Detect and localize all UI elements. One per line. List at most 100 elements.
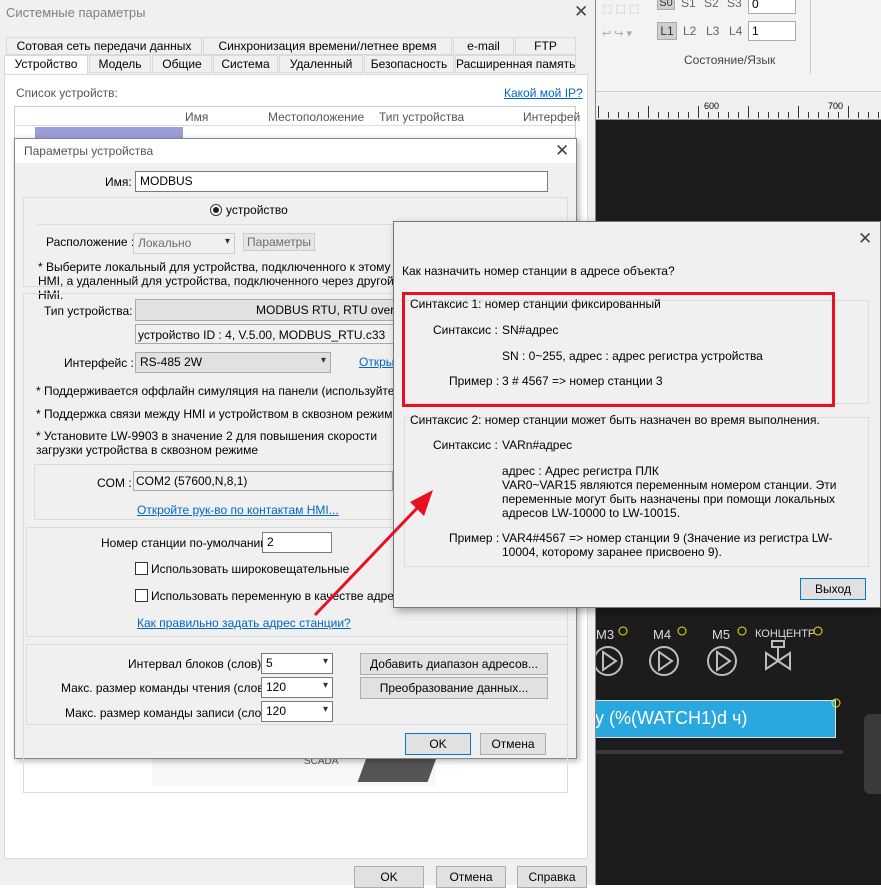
- example2-label: Пример :: [449, 531, 500, 545]
- ribbon-l1[interactable]: L1: [657, 22, 677, 40]
- ribbon-spin-2[interactable]: 1: [748, 21, 796, 41]
- syntax2-desc1: адрес : Адрес регистра ПЛК: [502, 464, 659, 478]
- broadcast-label: Использовать широковещательные: [151, 562, 350, 576]
- convert-button[interactable]: Преобразование данных...: [360, 677, 548, 699]
- col-name[interactable]: Имя: [185, 110, 208, 124]
- ruler-tick: [638, 112, 639, 118]
- tab-email[interactable]: e-mail: [453, 37, 514, 55]
- ruler-tick: [698, 106, 699, 118]
- name-input[interactable]: MODBUS: [135, 171, 548, 192]
- how-link[interactable]: Как правильно задать адрес станции?: [137, 616, 351, 630]
- watch-text: у (%(WATCH1)d ч): [595, 708, 748, 728]
- note-lw: * Установите LW-9903 в значение 2 для по…: [36, 429, 378, 457]
- note-passthrough: * Поддержка связи между HMI и устройство…: [36, 407, 400, 421]
- help-question: Как назначить номер станции в адресе объ…: [402, 264, 675, 278]
- tab-cellular[interactable]: Сотовая сеть передачи данных: [6, 37, 202, 55]
- cancel-button[interactable]: Отмена: [480, 733, 546, 755]
- ribbon-s3[interactable]: S3: [727, 0, 742, 10]
- watch-bar[interactable]: у (%(WATCH1)d ч): [594, 700, 836, 738]
- block-select[interactable]: 5 ▾: [261, 653, 333, 674]
- tab-remote[interactable]: Удаленный: [279, 55, 363, 73]
- ruler-tick: [718, 112, 719, 118]
- ribbon-icons: ⬚ ⬚ ⬚ ↩ ↪ ▾: [602, 3, 640, 40]
- ruler-700: 700: [828, 101, 844, 111]
- ruler-tick: [868, 112, 869, 118]
- tab-extended-memory[interactable]: Расширенная память: [455, 55, 576, 73]
- radio-label: устройство: [226, 203, 288, 217]
- ribbon-spin-1[interactable]: 0: [748, 0, 796, 14]
- red-highlight-box: [402, 292, 835, 407]
- ruler-600: 600: [704, 101, 720, 111]
- device-list-label: Список устройств:: [16, 86, 118, 100]
- ruler-tick: [708, 112, 709, 118]
- ribbon-s1[interactable]: S1: [681, 0, 696, 10]
- ruler-tick: [598, 106, 599, 118]
- interface-select[interactable]: RS-485 2W ▾: [135, 352, 331, 373]
- ribbon-l2[interactable]: L2: [683, 24, 696, 38]
- station-help-popup: ✕ Как назначить номер станции в адресе о…: [393, 221, 881, 608]
- ribbon-s0[interactable]: S0: [657, 0, 675, 10]
- ruler-tick: [748, 106, 749, 118]
- write-select[interactable]: 120 ▾: [261, 701, 333, 722]
- station-label: Номер станции по-умолчанию:: [101, 536, 273, 550]
- close-icon[interactable]: ✕: [858, 230, 872, 247]
- com-label: COM :: [97, 476, 132, 490]
- ruler-tick: [648, 106, 649, 118]
- exit-button[interactable]: Выход: [800, 578, 866, 600]
- ok-button[interactable]: OK: [405, 733, 471, 755]
- device-radio[interactable]: [210, 204, 222, 216]
- ruler-tick: [668, 112, 669, 118]
- ruler-tick: [808, 112, 809, 118]
- write-label: Макс. размер команды записи (слов):: [65, 706, 275, 720]
- ribbon-l4[interactable]: L4: [729, 24, 742, 38]
- ribbon: S0 S1 S2 S3 0 L1 L2 L3 L4 1 Состояние/Яз…: [596, 0, 881, 92]
- read-label: Макс. размер команды чтения (слов):: [61, 681, 272, 695]
- open-link[interactable]: Откры: [359, 355, 394, 369]
- tab-model[interactable]: Модель: [89, 55, 151, 73]
- add-range-button[interactable]: Добавить диапазон адресов...: [360, 653, 548, 675]
- tab-security[interactable]: Безопасность: [364, 55, 454, 73]
- note-sim: * Поддерживается оффлайн симуляция на па…: [36, 384, 430, 398]
- close-icon[interactable]: ✕: [574, 3, 588, 20]
- dialog-title: Параметры устройства: [24, 144, 154, 158]
- ribbon-s2[interactable]: S2: [704, 0, 719, 10]
- ruler-tick: [768, 112, 769, 118]
- col-interface[interactable]: Интерфей: [523, 110, 580, 124]
- ribbon-divider: [810, 0, 811, 74]
- col-device-type[interactable]: Тип устройства: [379, 110, 464, 124]
- location-label: Расположение :: [46, 235, 135, 249]
- broadcast-checkbox[interactable]: [135, 562, 148, 575]
- syntax2-value: VARn#адрес: [502, 438, 573, 452]
- ruler-tick: [818, 112, 819, 118]
- ruler-tick: [628, 112, 629, 118]
- tab-system[interactable]: Система: [213, 55, 278, 73]
- syntax2-title: Синтаксис 2: номер станции может быть на…: [410, 413, 820, 427]
- col-location[interactable]: Местоположение: [268, 110, 364, 124]
- tab-general[interactable]: Общие: [152, 55, 212, 73]
- syntax2-desc2: VAR0~VAR15 являются переменным номером с…: [502, 478, 837, 520]
- location-select: Локально ▾: [133, 233, 235, 254]
- ruler-tick: [848, 106, 849, 118]
- block-label: Интервал блоков (слов):: [128, 657, 265, 671]
- watch-marker-icon: [831, 698, 841, 708]
- ruler-tick: [858, 112, 859, 118]
- tab-device[interactable]: Устройство: [4, 55, 88, 75]
- device-type-label: Тип устройства:: [44, 304, 133, 318]
- ribbon-l3[interactable]: L3: [706, 24, 719, 38]
- close-icon[interactable]: ✕: [555, 142, 569, 159]
- tab-time-sync[interactable]: Синхронизация времени/летнее время: [203, 37, 452, 55]
- my-ip-link[interactable]: Какой мой IP?: [504, 86, 583, 100]
- ruler-tick: [608, 112, 609, 118]
- tab-ftp[interactable]: FTP: [515, 37, 576, 55]
- contacts-link[interactable]: Откройте рук-во по контактам HMI...: [137, 503, 339, 517]
- read-select[interactable]: 120 ▾: [261, 677, 333, 698]
- side-widget: [864, 714, 881, 794]
- canvas-shadow: [596, 750, 843, 754]
- variable-checkbox[interactable]: [135, 589, 148, 602]
- ruler-tick: [778, 112, 779, 118]
- station-input[interactable]: 2: [262, 532, 332, 553]
- ruler-tick: [658, 112, 659, 118]
- ruler-tick: [678, 112, 679, 118]
- params-button: Параметры: [243, 233, 315, 251]
- device-type-select[interactable]: MODBUS RTU, RTU over TCP: [135, 299, 395, 321]
